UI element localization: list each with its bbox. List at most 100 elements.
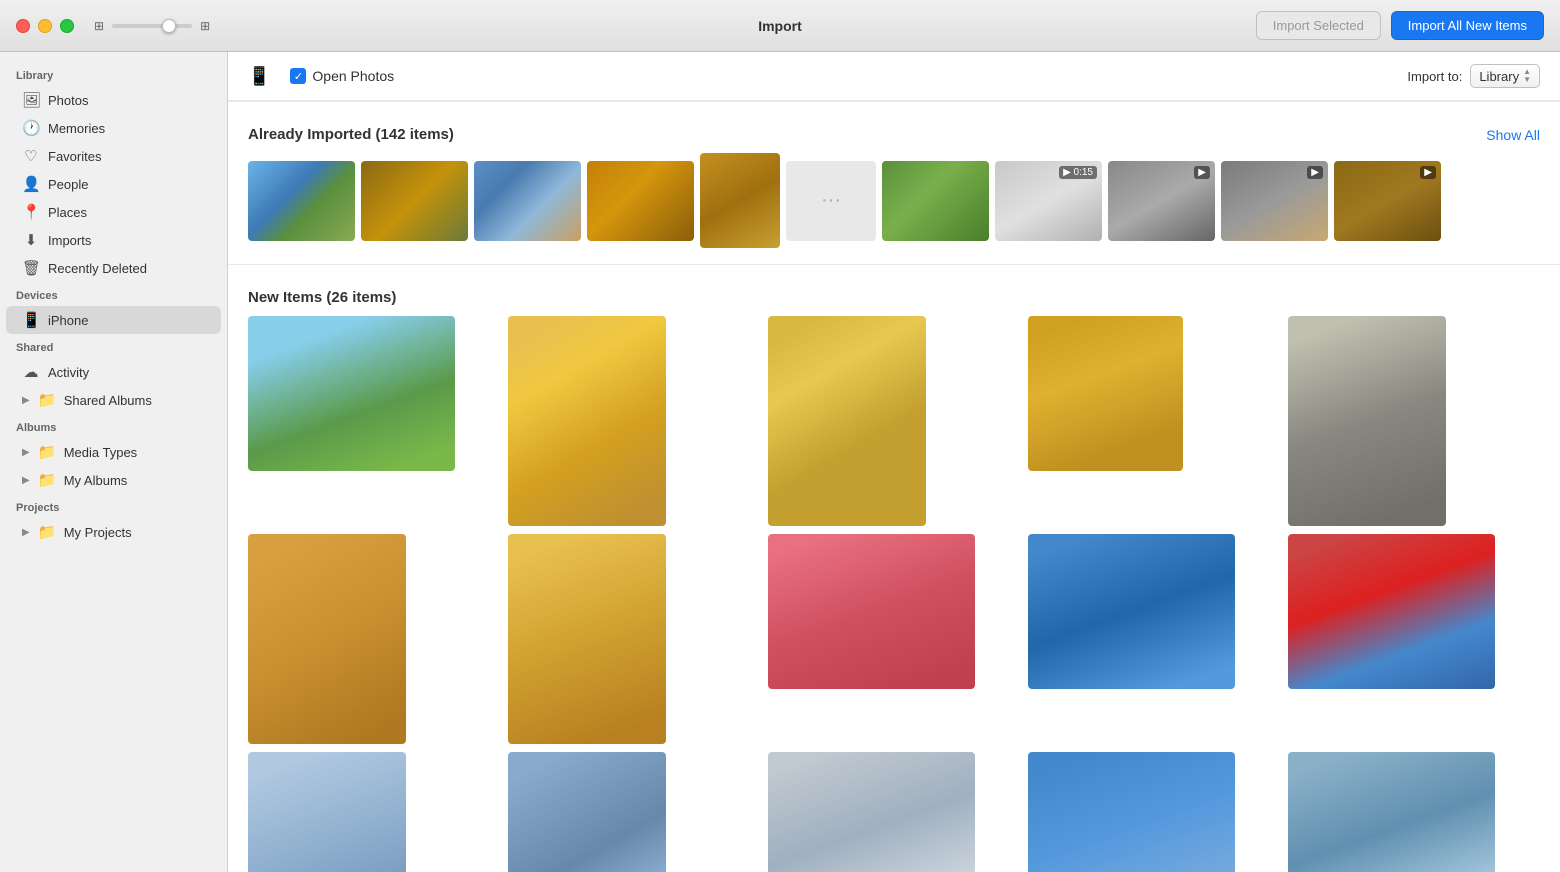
already-imported-strip: ··· ▶ 0:15 ▶ ▶ ▶ [228,153,1560,264]
show-all-button[interactable]: Show All [1486,127,1540,143]
favorites-label: Favorites [48,149,205,164]
albums-section-label: Albums [0,414,227,438]
new-item-3[interactable] [768,316,926,526]
projects-section-label: Projects [0,494,227,518]
video-badge-7: ▶ 0:15 [1059,166,1097,179]
titlebar-action-buttons: Import Selected Import All New Items [1256,11,1544,40]
already-imported-header: Already Imported (142 items) Show All [228,112,1560,153]
close-button[interactable] [16,19,30,33]
new-item-15[interactable] [1288,752,1495,872]
zoom-slider-thumb[interactable] [162,19,176,33]
new-items-header: New Items (26 items) [248,275,1540,316]
my-albums-folder-icon: 📁 [38,471,56,489]
new-item-10[interactable] [1288,534,1495,689]
select-arrows-icon: ▲▼ [1523,68,1531,84]
trash-icon: 🗑 [22,259,40,277]
sidebar-item-recently-deleted[interactable]: 🗑 Recently Deleted [6,254,221,282]
new-item-12[interactable] [508,752,666,872]
imported-thumb-9[interactable]: ▶ [1221,161,1328,241]
new-items-title: New Items (26 items) [248,289,396,306]
media-types-label: Media Types [64,445,205,460]
places-icon: 📍 [22,203,40,221]
grid-large-icon: ⊞ [200,19,210,33]
grid-small-icon: ⊞ [94,19,104,33]
new-item-6[interactable] [248,534,406,744]
video-badge-9: ▶ [1307,166,1323,179]
video-badge-8: ▶ [1194,166,1210,179]
new-item-7[interactable] [508,534,666,744]
devices-section-label: Devices [0,282,227,306]
sidebar-item-photos[interactable]: 🖼 Photos [6,86,221,114]
memories-label: Memories [48,121,205,136]
shared-albums-label: Shared Albums [64,393,205,408]
imported-thumb-2[interactable] [361,161,468,241]
sidebar-item-favorites[interactable]: ♡ Favorites [6,142,221,170]
activity-icon: ☁ [22,363,40,381]
toolbar-divider [228,101,1560,102]
imported-thumb-3[interactable] [474,161,581,241]
sidebar-item-people[interactable]: 👤 People [6,170,221,198]
sidebar-item-media-types[interactable]: ▶ 📁 Media Types [6,438,221,466]
imported-thumb-1[interactable] [248,161,355,241]
new-item-14[interactable] [1028,752,1235,872]
activity-label: Activity [48,365,205,380]
new-item-13[interactable] [768,752,975,872]
new-items-section: New Items (26 items) [228,275,1560,872]
sidebar-item-imports[interactable]: ⬇ Imports [6,226,221,254]
new-item-1[interactable] [248,316,455,471]
shared-section-label: Shared [0,334,227,358]
content-area: 📱 ✓ Open Photos Import to: Library ▲▼ Al… [228,52,1560,872]
people-icon: 👤 [22,175,40,193]
sidebar-item-memories[interactable]: 🕐 Memories [6,114,221,142]
sidebar-item-places[interactable]: 📍 Places [6,198,221,226]
photos-label: Photos [48,93,205,108]
open-photos-label: Open Photos [312,68,394,84]
window-controls [16,19,74,33]
main-layout: Library 🖼 Photos 🕐 Memories ♡ Favorites … [0,52,1560,872]
video-badge-10: ▶ [1420,166,1436,179]
my-albums-label: My Albums [64,473,205,488]
zoom-slider-area: ⊞ ⊞ [94,19,210,33]
expand-media-types-icon: ▶ [22,447,30,458]
imported-thumb-4[interactable] [587,161,694,241]
new-item-4[interactable] [1028,316,1183,471]
people-label: People [48,177,205,192]
maximize-button[interactable] [60,19,74,33]
media-types-folder-icon: 📁 [38,443,56,461]
places-label: Places [48,205,205,220]
expand-shared-albums-icon: ▶ [22,395,30,406]
import-destination-select[interactable]: Library ▲▼ [1470,64,1540,88]
import-selected-button[interactable]: Import Selected [1256,11,1381,40]
window-title: Import [758,18,802,34]
imported-thumb-7[interactable]: ▶ 0:15 [995,161,1102,241]
import-all-button[interactable]: Import All New Items [1391,11,1544,40]
sidebar-item-shared-albums[interactable]: ▶ 📁 Shared Albums [6,386,221,414]
expand-my-projects-icon: ▶ [22,527,30,538]
open-photos-checkbox-area[interactable]: ✓ Open Photos [290,68,394,84]
my-projects-folder-icon: 📁 [38,523,56,541]
imported-thumb-more[interactable]: ··· [786,161,876,241]
imported-thumb-6[interactable] [882,161,989,241]
new-item-2[interactable] [508,316,666,526]
sidebar: Library 🖼 Photos 🕐 Memories ♡ Favorites … [0,52,228,872]
zoom-slider-track[interactable] [112,24,192,28]
content-toolbar: 📱 ✓ Open Photos Import to: Library ▲▼ [228,52,1560,101]
expand-my-albums-icon: ▶ [22,475,30,486]
new-item-5[interactable] [1288,316,1446,526]
new-item-8[interactable] [768,534,975,689]
new-items-grid [248,316,1540,872]
new-item-11[interactable] [248,752,406,872]
imported-thumb-5[interactable] [700,153,780,248]
sidebar-item-iphone[interactable]: 📱 iPhone [6,306,221,334]
import-to-area: Import to: Library ▲▼ [1407,64,1540,88]
imported-thumb-8[interactable]: ▶ [1108,161,1215,241]
imports-icon: ⬇ [22,231,40,249]
imported-thumb-10[interactable]: ▶ [1334,161,1441,241]
new-item-9[interactable] [1028,534,1235,689]
open-photos-checkbox[interactable]: ✓ [290,68,306,84]
sidebar-item-my-projects[interactable]: ▶ 📁 My Projects [6,518,221,546]
minimize-button[interactable] [38,19,52,33]
my-projects-label: My Projects [64,525,205,540]
sidebar-item-my-albums[interactable]: ▶ 📁 My Albums [6,466,221,494]
sidebar-item-activity[interactable]: ☁ Activity [6,358,221,386]
